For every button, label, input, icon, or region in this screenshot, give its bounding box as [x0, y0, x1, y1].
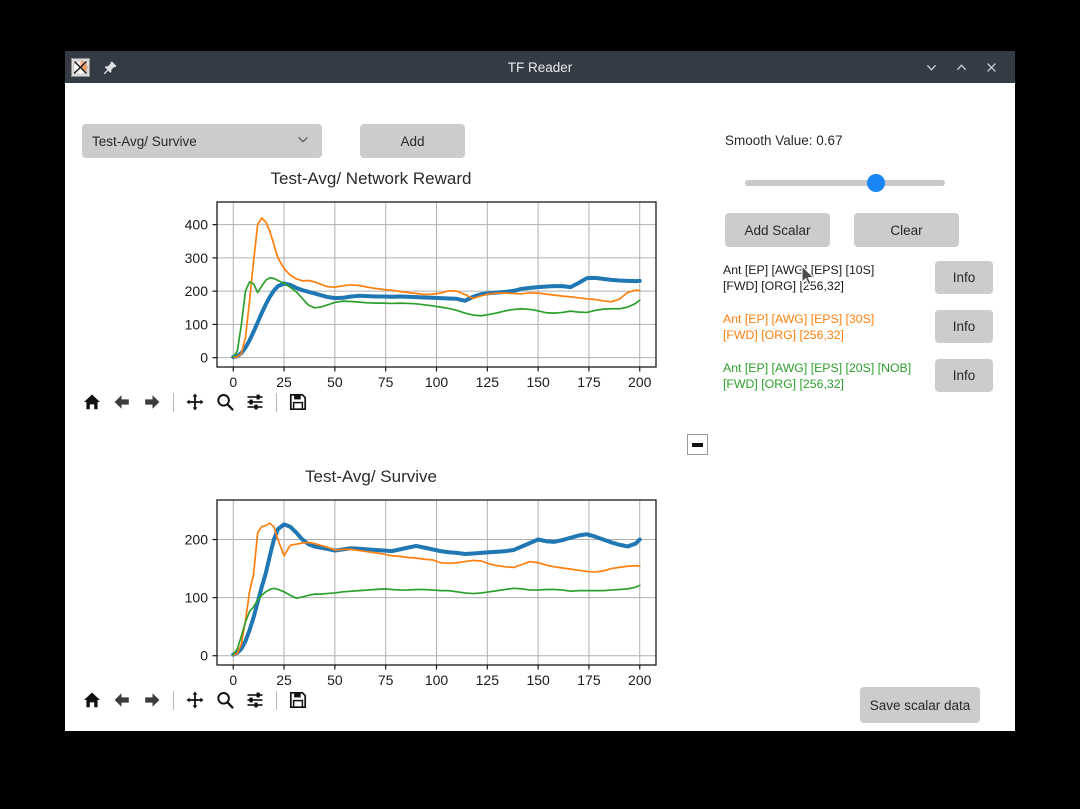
top-toolbar: Test-Avg/ Survive Add: [82, 124, 465, 158]
clear-button[interactable]: Clear: [854, 213, 959, 247]
svg-text:200: 200: [185, 532, 209, 548]
pin-icon[interactable]: [100, 57, 120, 77]
controls-column: Smooth Value: 0.67 Add Scalar Clear Ant …: [677, 83, 1015, 731]
remove-plot-button-1[interactable]: [687, 434, 708, 455]
svg-text:100: 100: [425, 672, 449, 688]
svg-text:200: 200: [628, 374, 652, 390]
app-window: TF Reader Test-Avg/ Survive Add Test-Avg…: [65, 51, 1015, 731]
back-arrow-icon[interactable]: [107, 388, 137, 416]
toolbar-separator: [173, 690, 174, 710]
window-body: Test-Avg/ Survive Add Test-Avg/ Network …: [65, 83, 1015, 731]
svg-text:75: 75: [378, 672, 394, 688]
run-list-item[interactable]: Ant [EP] [AWG] [EPS] [20S] [NOB] [FWD] […: [723, 359, 1003, 392]
title-bar-left: [71, 57, 120, 77]
scalar-select[interactable]: Test-Avg/ Survive: [82, 124, 322, 158]
chart-title-1: Test-Avg/ Network Reward: [270, 169, 472, 188]
svg-text:125: 125: [476, 374, 500, 390]
smooth-value-label: Smooth Value: 0.67: [725, 133, 843, 148]
run-info-button[interactable]: Info: [935, 310, 993, 343]
matplotlib-toolbar-2: [77, 685, 313, 715]
back-arrow-icon[interactable]: [107, 686, 137, 714]
chart-title-2: Test-Avg/ Survive: [305, 467, 437, 486]
run-list-item[interactable]: Ant [EP] [AWG] [EPS] [30S] [FWD] [ORG] […: [723, 310, 1003, 343]
run-info-button[interactable]: Info: [935, 359, 993, 392]
svg-text:300: 300: [185, 250, 209, 266]
add-scalar-button[interactable]: Add Scalar: [725, 213, 830, 247]
plot-panel-network-reward: Test-Avg/ Network Reward 0 25 50 75 100 125 15…: [65, 165, 677, 427]
run-list: Ant [EP] [AWG] [EPS] [10S] [FWD] [ORG] […: [723, 261, 1003, 673]
svg-text:0: 0: [200, 350, 208, 366]
add-button[interactable]: Add: [360, 124, 465, 158]
scalar-select-value: Test-Avg/ Survive: [92, 133, 197, 149]
window-title: TF Reader: [507, 59, 573, 75]
svg-text:50: 50: [327, 672, 343, 688]
save-floppy-icon[interactable]: [283, 686, 313, 714]
svg-text:150: 150: [526, 374, 550, 390]
minimize-button[interactable]: [922, 58, 941, 77]
title-bar: TF Reader: [65, 51, 1015, 83]
zoom-magnifier-icon[interactable]: [210, 686, 240, 714]
svg-text:150: 150: [526, 672, 550, 688]
svg-text:200: 200: [628, 672, 652, 688]
svg-text:75: 75: [378, 374, 394, 390]
maximize-button[interactable]: [952, 58, 971, 77]
toolbar-separator: [276, 392, 277, 412]
run-label: Ant [EP] [AWG] [EPS] [10S] [FWD] [ORG] […: [723, 262, 875, 293]
toolbar-separator: [276, 690, 277, 710]
svg-text:175: 175: [577, 672, 601, 688]
forward-arrow-icon[interactable]: [137, 388, 167, 416]
run-label: Ant [EP] [AWG] [EPS] [20S] [NOB] [FWD] […: [723, 360, 912, 391]
zoom-magnifier-icon[interactable]: [210, 388, 240, 416]
svg-text:175: 175: [577, 374, 601, 390]
pan-move-icon[interactable]: [180, 388, 210, 416]
configure-subplots-icon[interactable]: [240, 686, 270, 714]
chevron-down-icon: [296, 133, 310, 150]
close-button[interactable]: [982, 58, 1001, 77]
plots-column: Test-Avg/ Survive Add Test-Avg/ Network …: [65, 83, 677, 731]
smooth-slider[interactable]: [745, 171, 945, 195]
forward-arrow-icon[interactable]: [137, 686, 167, 714]
chart-canvas-1[interactable]: 0 25 50 75 100 125 150 175 200 0 100 200 300 400: [65, 189, 677, 401]
slider-handle[interactable]: [866, 174, 885, 192]
matplotlib-app-icon[interactable]: [71, 57, 90, 77]
window-controls: [922, 58, 1009, 77]
save-floppy-icon[interactable]: [283, 388, 313, 416]
run-list-item[interactable]: Ant [EP] [AWG] [EPS] [10S] [FWD] [ORG] […: [723, 261, 1003, 294]
svg-text:0: 0: [200, 648, 208, 664]
chart-canvas-2[interactable]: 0 25 50 75 100 125 150 175 200 0 100 200: [65, 487, 677, 699]
pan-move-icon[interactable]: [180, 686, 210, 714]
svg-text:200: 200: [185, 283, 209, 299]
svg-text:125: 125: [476, 672, 500, 688]
configure-subplots-icon[interactable]: [240, 388, 270, 416]
run-info-button[interactable]: Info: [935, 261, 993, 294]
minus-icon: [692, 442, 703, 447]
svg-text:400: 400: [185, 217, 209, 233]
matplotlib-toolbar-1: [77, 387, 313, 417]
run-label: Ant [EP] [AWG] [EPS] [30S] [FWD] [ORG] […: [723, 311, 875, 342]
svg-text:100: 100: [185, 590, 209, 606]
action-buttons: Add Scalar Clear: [725, 213, 959, 247]
home-icon[interactable]: [77, 388, 107, 416]
save-scalar-data-button[interactable]: Save scalar data: [860, 687, 980, 723]
plot-panel-survive: Test-Avg/ Survive 0 25 50 75 100 125 150 175 200…: [65, 463, 677, 725]
svg-text:100: 100: [185, 316, 209, 332]
home-icon[interactable]: [77, 686, 107, 714]
slider-track[interactable]: [745, 180, 945, 186]
toolbar-separator: [173, 392, 174, 412]
svg-text:50: 50: [327, 374, 343, 390]
svg-text:100: 100: [425, 374, 449, 390]
